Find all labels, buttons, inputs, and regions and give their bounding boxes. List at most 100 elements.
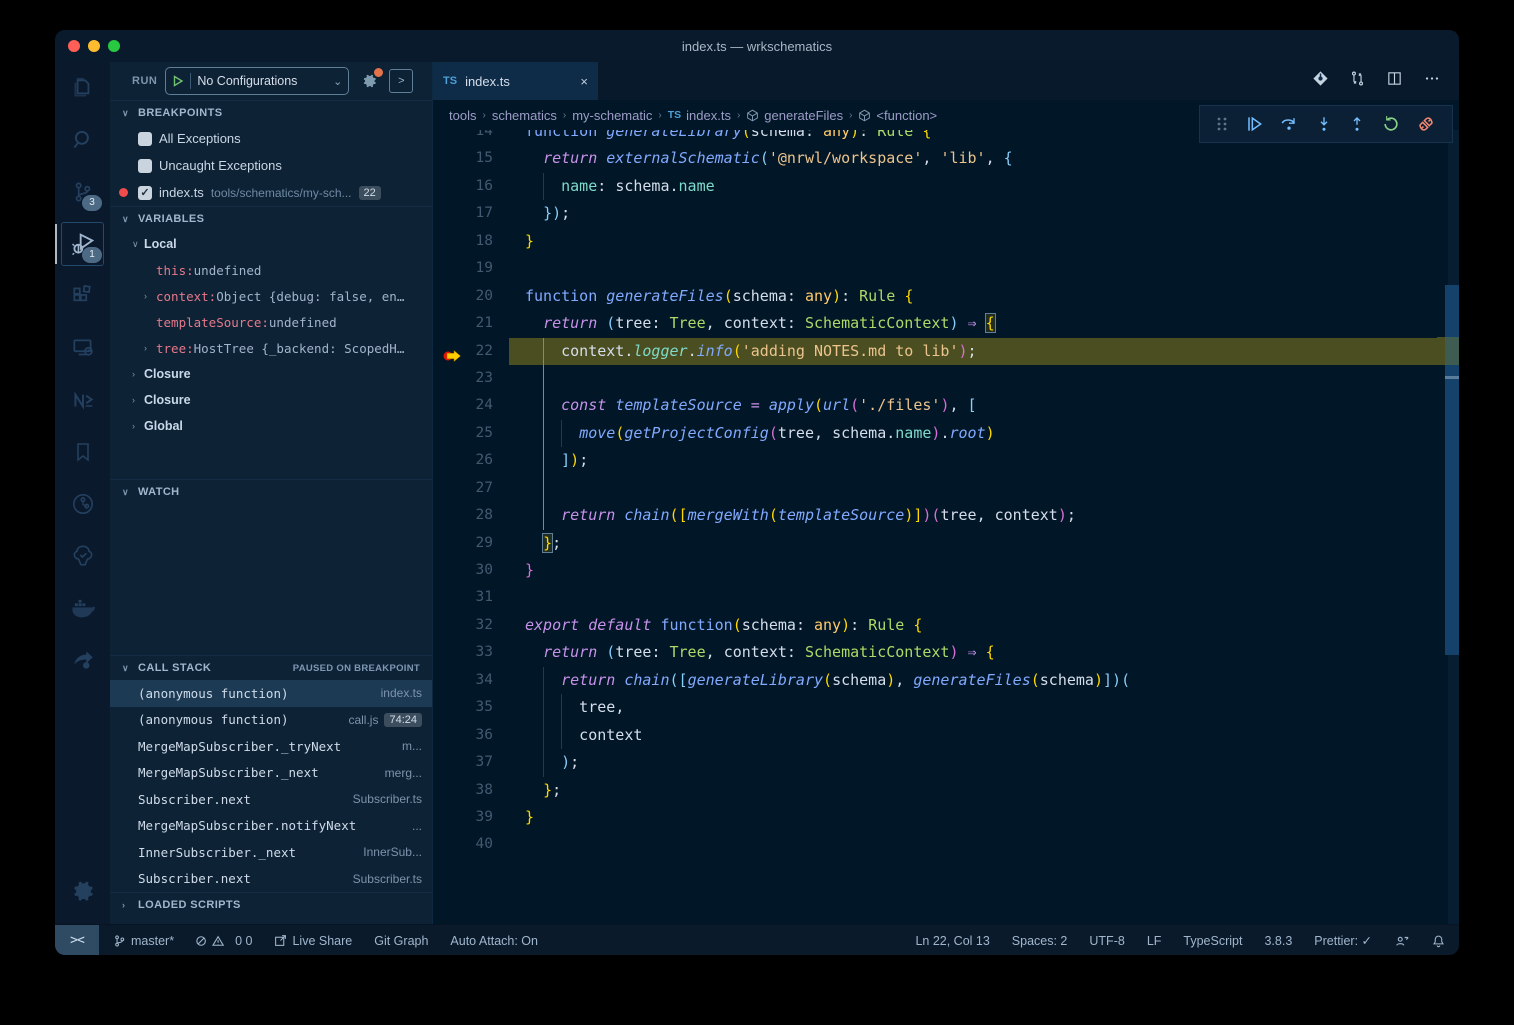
code-text: context xyxy=(525,722,1459,749)
activity-bar-item-source-control[interactable]: 3 xyxy=(55,166,110,218)
variables-scope-local[interactable]: ∨Local xyxy=(110,231,432,257)
variable-row[interactable]: templateSource: undefined xyxy=(110,309,432,335)
more-actions-icon[interactable] xyxy=(1423,70,1441,92)
activity-bar-item-nx-console[interactable] xyxy=(55,374,110,426)
breadcrumb-item-function[interactable]: <function> xyxy=(858,108,937,123)
editor-scrollbar[interactable] xyxy=(1437,130,1459,924)
code-text: function generateFiles(schema: any): Rul… xyxy=(525,283,1459,310)
call-stack-frame[interactable]: InnerSubscriber._nextInnerSub... xyxy=(110,839,432,866)
code-text: } xyxy=(525,228,1459,255)
chevron-right-icon: › xyxy=(132,421,144,431)
close-tab-icon[interactable]: × xyxy=(580,74,588,89)
code-text: tree, xyxy=(525,694,1459,721)
status-prettier[interactable]: Prettier: ✓ xyxy=(1314,933,1372,948)
chevron-right-icon: › xyxy=(144,291,156,301)
call-stack-frame[interactable]: (anonymous function)call.js74:24 xyxy=(110,707,432,734)
step-out-icon[interactable] xyxy=(1348,114,1366,134)
frame-file: m... xyxy=(402,739,422,753)
paused-status-badge: PAUSED ON BREAKPOINT xyxy=(293,663,420,674)
activity-bar-item-explorer[interactable] xyxy=(55,62,110,114)
call-stack-frame[interactable]: MergeMapSubscriber.notifyNext... xyxy=(110,813,432,840)
remote-indicator[interactable]: >< xyxy=(55,925,99,955)
restart-icon[interactable] xyxy=(1381,114,1401,134)
breakpoint-checkbox[interactable] xyxy=(138,159,152,173)
badge: 3 xyxy=(82,195,102,211)
step-into-icon[interactable] xyxy=(1315,114,1333,134)
variable-row[interactable]: ›context: Object {debug: false, en… xyxy=(110,283,432,309)
status-cursor-position[interactable]: Ln 22, Col 13 xyxy=(915,934,989,948)
call-stack-frame[interactable]: MergeMapSubscriber._tryNextm... xyxy=(110,733,432,760)
activity-bar-item-docker[interactable] xyxy=(55,582,110,634)
activity-bar-item-run-and-debug[interactable]: 1 xyxy=(55,218,110,270)
code-text: return chain([mergeWith(templateSource)]… xyxy=(525,502,1459,529)
code-viewport[interactable]: 14function generateLibrary(schema: any):… xyxy=(433,130,1459,924)
call-stack-frame[interactable]: Subscriber.nextSubscriber.ts xyxy=(110,786,432,813)
call-stack-frame[interactable]: Subscriber.nextSubscriber.ts xyxy=(110,866,432,893)
debug-console-button[interactable]: > xyxy=(389,69,413,93)
compare-changes-icon[interactable] xyxy=(1349,70,1366,92)
breadcrumb-item-tools[interactable]: tools xyxy=(449,108,476,123)
tab-index-ts[interactable]: TS index.ts × xyxy=(433,62,598,100)
activity-bar-item-search[interactable] xyxy=(55,114,110,166)
feedback-icon[interactable] xyxy=(1394,934,1410,948)
breadcrumb-item-generateFiles[interactable]: generateFiles xyxy=(746,108,843,123)
step-over-icon[interactable] xyxy=(1278,114,1300,134)
minimize-window-button[interactable] xyxy=(88,40,100,52)
code-line-40: 40 xyxy=(433,831,1459,858)
status-git-graph[interactable]: Git Graph xyxy=(374,934,428,948)
loaded-scripts-section-header[interactable]: › LOADED SCRIPTS xyxy=(110,892,432,917)
activity-bar-item-live-share[interactable] xyxy=(55,634,110,686)
activity-bar-item-extensions[interactable] xyxy=(55,270,110,322)
activity-bar-item-testing[interactable] xyxy=(55,530,110,582)
breakpoints-section-header[interactable]: ∨ BREAKPOINTS xyxy=(110,100,432,125)
activity-bar-item-remote-explorer[interactable] xyxy=(55,322,110,374)
maximize-window-button[interactable] xyxy=(108,40,120,52)
open-changes-icon[interactable] xyxy=(1312,70,1329,92)
watch-section-header[interactable]: ∨ WATCH xyxy=(110,479,432,504)
breakpoint-checkbox[interactable]: ✓ xyxy=(138,186,152,200)
status-encoding[interactable]: UTF-8 xyxy=(1089,934,1124,948)
status-indentation[interactable]: Spaces: 2 xyxy=(1012,934,1068,948)
debug-settings-button[interactable] xyxy=(357,69,381,93)
breakpoint-checkbox[interactable] xyxy=(138,132,152,146)
call-stack-frame[interactable]: (anonymous function)index.ts xyxy=(110,680,432,707)
line-number: 16 xyxy=(433,173,493,200)
vscode-window: index.ts — wrkschematics 31 RUN No Confi… xyxy=(55,30,1459,955)
code-line-36: 36 context xyxy=(433,722,1459,749)
variables-section-header[interactable]: ∨ VARIABLES xyxy=(110,206,432,231)
variable-row[interactable]: this: undefined xyxy=(110,257,432,283)
status-problems[interactable]: 0 0 xyxy=(196,934,252,948)
breadcrumb-item-myschematic[interactable]: my-schematic xyxy=(572,108,652,123)
status-git-branch[interactable]: master* xyxy=(113,934,174,948)
continue-icon[interactable] xyxy=(1244,114,1264,134)
call-stack-section-header[interactable]: ∨ CALL STACK PAUSED ON BREAKPOINT xyxy=(110,655,432,680)
breakpoint-row[interactable]: ✓index.tstools/schematics/my-sch...22 xyxy=(110,179,432,206)
line-number: 40 xyxy=(433,831,493,858)
code-line-25: 25 move(getProjectConfig(tree, schema.na… xyxy=(433,420,1459,447)
status-ts-version[interactable]: 3.8.3 xyxy=(1264,934,1292,948)
status-language-mode[interactable]: TypeScript xyxy=(1183,934,1242,948)
status-live-share[interactable]: Live Share xyxy=(274,934,352,948)
close-window-button[interactable] xyxy=(68,40,80,52)
notifications-bell-icon[interactable] xyxy=(1432,934,1445,948)
split-editor-icon[interactable] xyxy=(1386,70,1403,92)
variable-row[interactable]: ›tree: HostTree {_backend: ScopedH… xyxy=(110,335,432,361)
settings-gear-button[interactable] xyxy=(55,870,110,914)
breakpoint-row[interactable]: Uncaught Exceptions xyxy=(110,152,432,179)
call-stack-frame[interactable]: MergeMapSubscriber._nextmerg... xyxy=(110,760,432,787)
breadcrumb-item-indexts[interactable]: TSindex.ts xyxy=(668,108,731,123)
disconnect-icon[interactable] xyxy=(1415,114,1437,134)
status-auto-attach[interactable]: Auto Attach: On xyxy=(450,934,538,948)
status-eol[interactable]: LF xyxy=(1147,934,1162,948)
breakpoint-row[interactable]: All Exceptions xyxy=(110,125,432,152)
line-number: 18 xyxy=(433,228,493,255)
start-debug-icon[interactable] xyxy=(172,75,184,87)
variables-scope-closure[interactable]: ›Closure xyxy=(110,387,432,413)
chevron-right-icon: › xyxy=(132,395,144,405)
breadcrumb-item-schematics[interactable]: schematics xyxy=(492,108,557,123)
variables-scope-closure[interactable]: ›Closure xyxy=(110,361,432,387)
variables-scope-global[interactable]: ›Global xyxy=(110,413,432,439)
activity-bar-item-gitlens[interactable] xyxy=(55,478,110,530)
launch-configuration-dropdown[interactable]: No Configurations ⌄ xyxy=(165,67,349,95)
activity-bar-item-bookmarks[interactable] xyxy=(55,426,110,478)
